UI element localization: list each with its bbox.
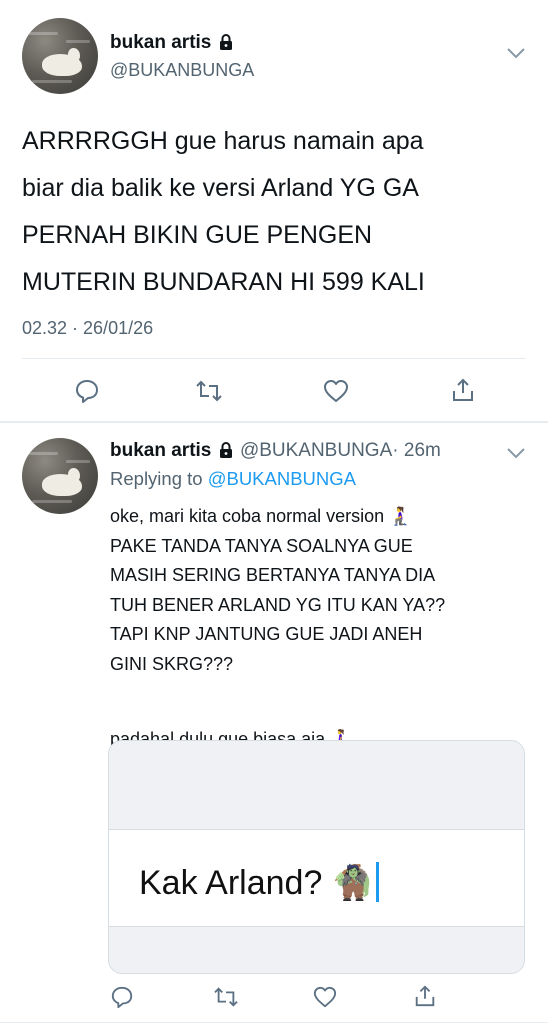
- replying-mention[interactable]: @BUKANBUNGA: [208, 468, 356, 489]
- tweet-line: ARRRRGGH gue harus namain apa: [22, 127, 424, 155]
- display-name[interactable]: bukan artis: [110, 32, 235, 54]
- timestamp[interactable]: 02.32 · 26/01/26: [22, 318, 153, 339]
- reply-line: GINI SKRG???: [110, 653, 234, 674]
- lock-icon: [219, 442, 232, 458]
- time-ago[interactable]: · 26m: [392, 440, 441, 461]
- tweet-line: PERNAH BIKIN GUE PENGEN: [22, 221, 373, 249]
- tweet-line: MUTERIN BUNDARAN HI 599 KALI: [22, 268, 425, 296]
- image-caption: Kak Arland? 🧌: [139, 862, 380, 903]
- lock-icon: [219, 34, 232, 50]
- share-icon[interactable]: [413, 983, 437, 1009]
- replying-label: Replying to: [110, 468, 203, 489]
- reply-line: oke, mari kita coba normal version 🧎‍♀️: [110, 506, 412, 526]
- avatar[interactable]: [22, 438, 98, 514]
- replying-to: Replying to @BUKANBUNGA: [110, 468, 356, 490]
- text-cursor: [376, 862, 380, 902]
- retweet-icon[interactable]: [212, 985, 240, 1009]
- handle[interactable]: @BUKANBUNGA: [240, 440, 392, 461]
- attached-image[interactable]: Kak Arland? 🧌: [108, 740, 525, 974]
- display-name-text: bukan artis: [110, 32, 212, 53]
- image-caption-text: Kak Arland? 🧌: [139, 864, 375, 902]
- reply-icon[interactable]: [74, 378, 100, 404]
- reply-icon[interactable]: [110, 985, 134, 1009]
- reply-line: TUH BENER ARLAND YG ITU KAN YA??: [110, 594, 446, 615]
- divider: [22, 358, 526, 359]
- reply-line: PAKE TANDA TANYA SOALNYA GUE: [110, 535, 413, 556]
- chevron-down-icon[interactable]: [506, 46, 526, 60]
- like-icon[interactable]: [322, 378, 350, 404]
- reply-line: [110, 679, 445, 709]
- reply-line: TAPI KNP JANTUNG GUE JADI ANEH: [110, 624, 423, 644]
- chevron-down-icon[interactable]: [506, 446, 526, 460]
- tweet-line: biar dia balik ke versi Arland YG GA: [22, 174, 419, 202]
- reply-text: oke, mari kita coba normal version 🧎‍♀️ …: [110, 502, 445, 754]
- avatar[interactable]: [22, 18, 98, 94]
- bottom-divider: [0, 1022, 548, 1023]
- like-icon[interactable]: [312, 985, 338, 1009]
- reply-line: MASIH SERING BERTANYA TANYA DIA: [110, 565, 436, 585]
- share-icon[interactable]: [450, 376, 476, 404]
- section-divider: [0, 421, 548, 423]
- tweet-text: ARRRRGGH gue harus namain apa biar dia b…: [22, 118, 425, 306]
- reply-header: bukan artis @BUKANBUNGA· 26m: [110, 440, 441, 462]
- handle[interactable]: @BUKANBUNGA: [110, 60, 254, 81]
- display-name[interactable]: bukan artis: [110, 440, 211, 461]
- image-text-field: Kak Arland? 🧌: [109, 829, 524, 927]
- retweet-icon[interactable]: [194, 378, 224, 404]
